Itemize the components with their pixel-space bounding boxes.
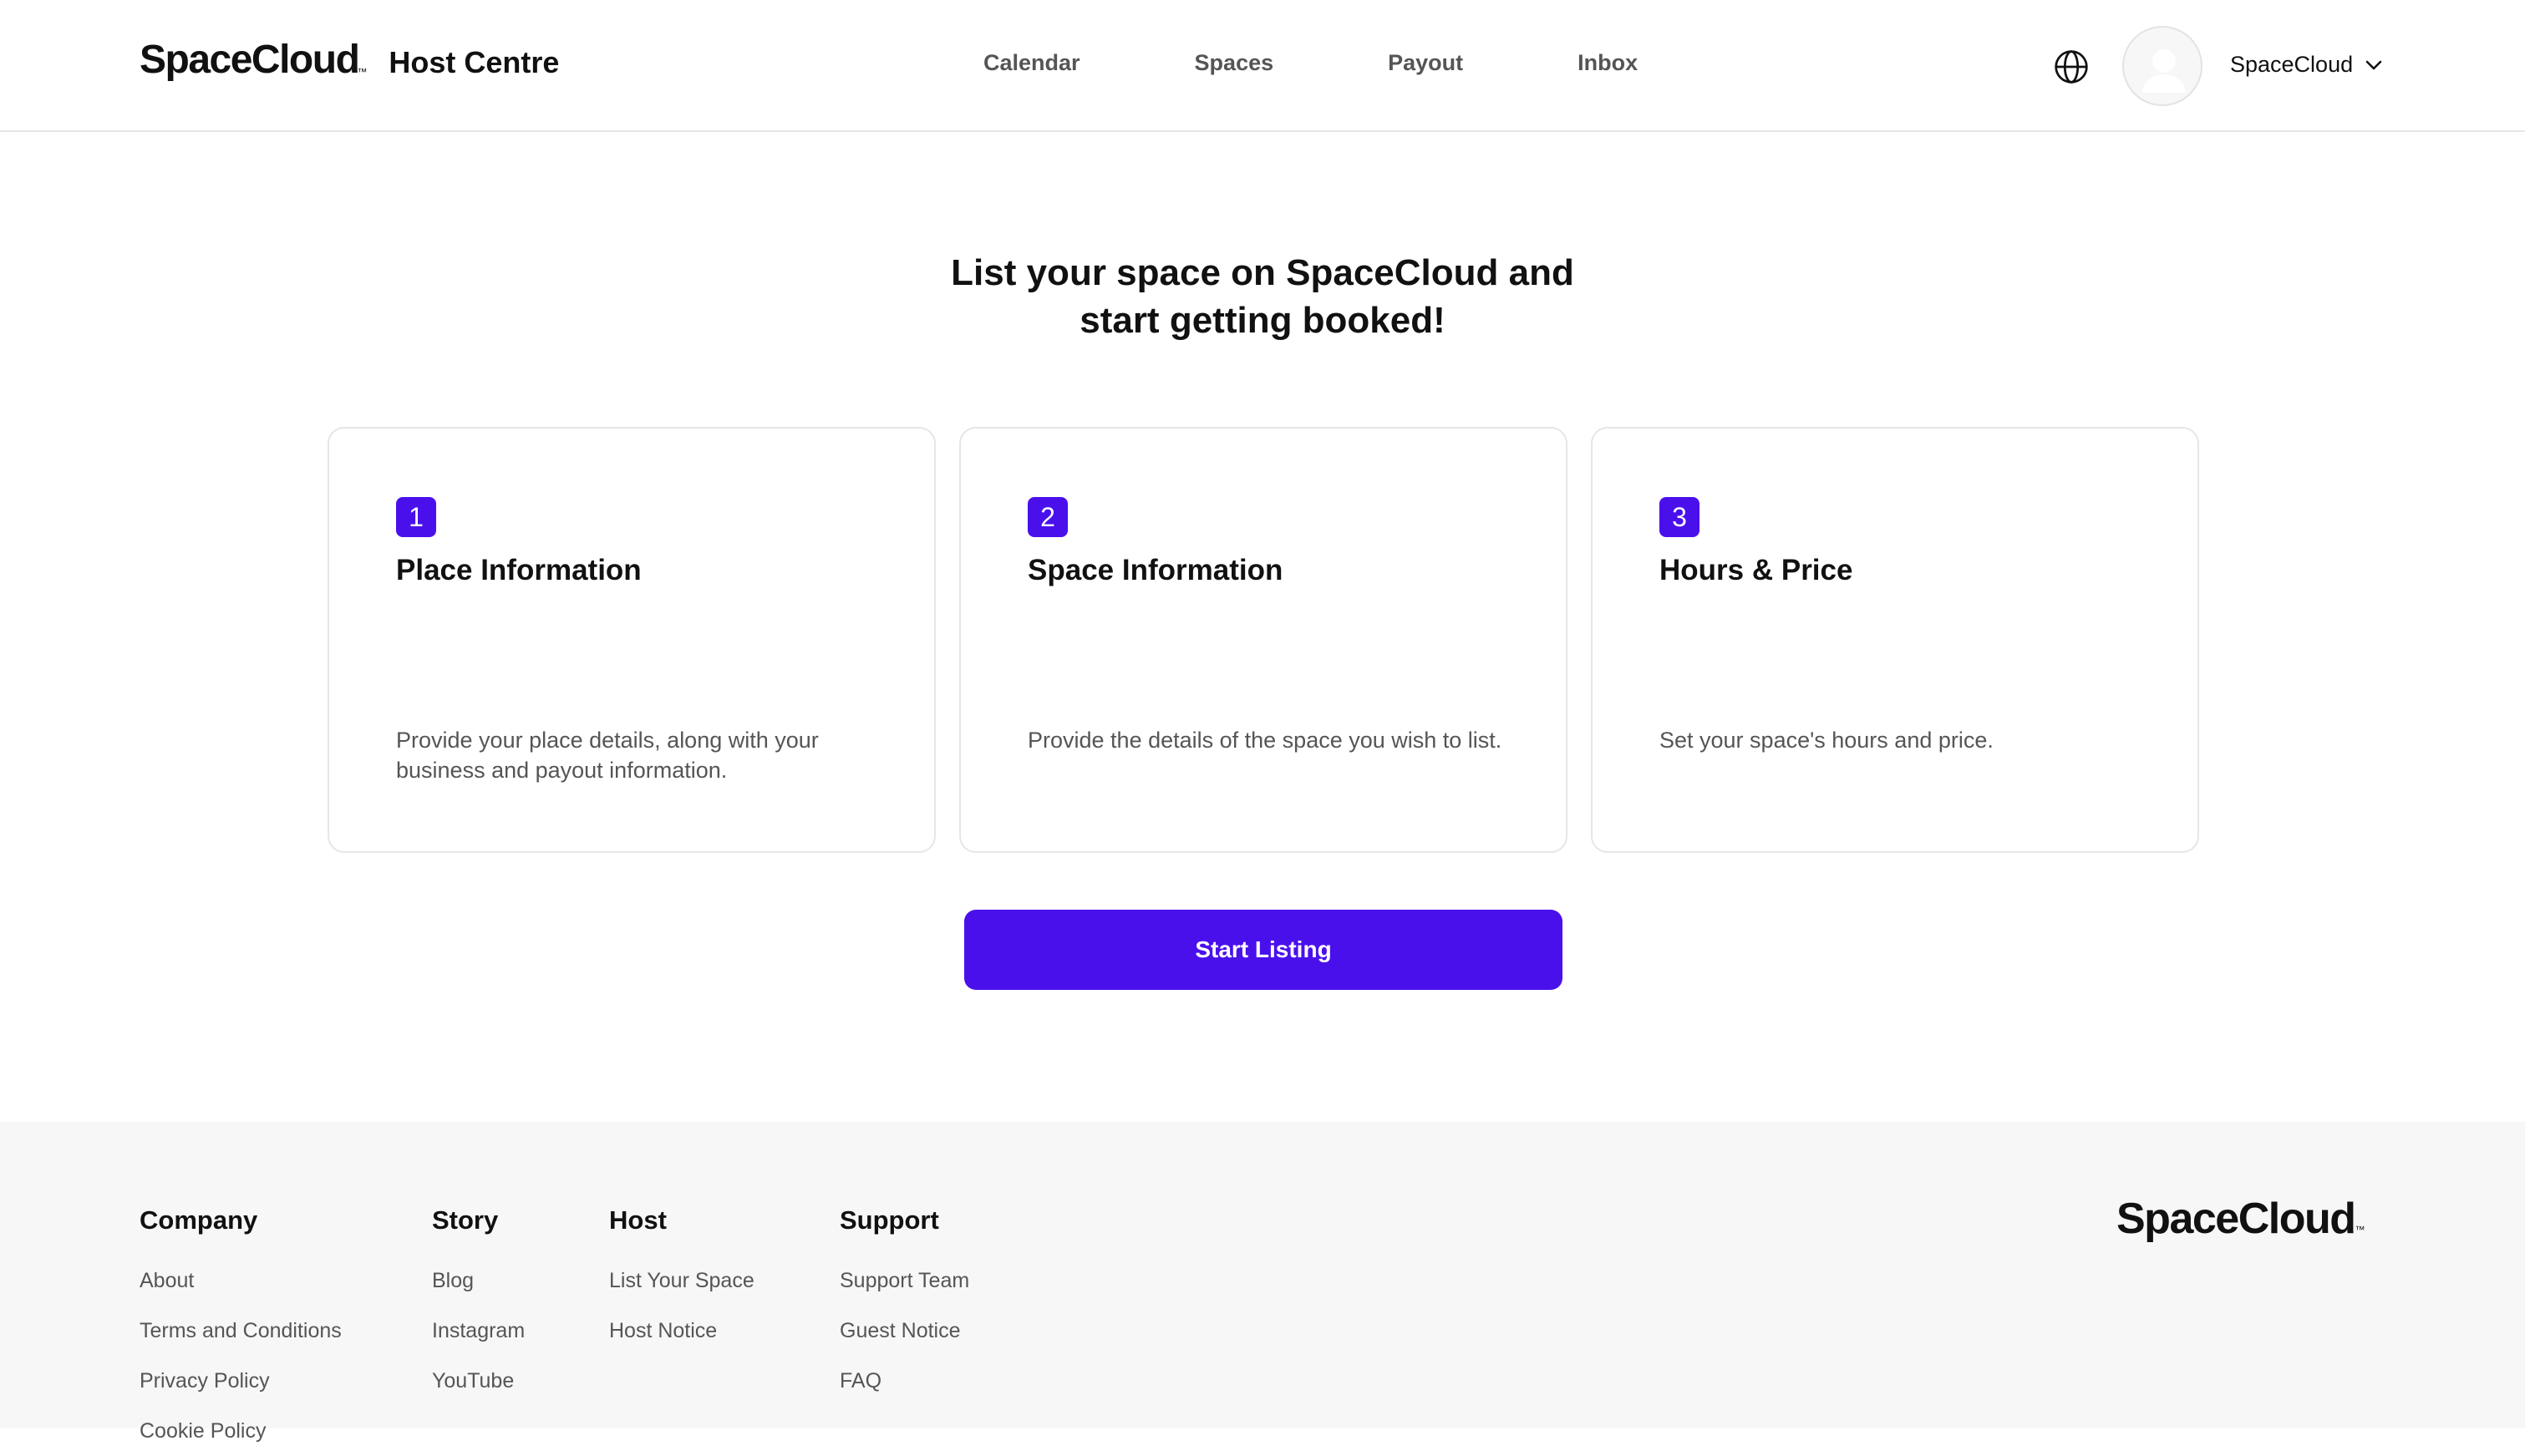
step-number-badge: 2 (1028, 497, 1068, 537)
logo-text: SpaceCloud (140, 38, 360, 82)
step-description: Provide your place details, along with y… (396, 728, 819, 783)
footer-link-about[interactable]: About (140, 1256, 342, 1306)
footer-link-instagram[interactable]: Instagram (432, 1306, 525, 1356)
brand[interactable]: SpaceCloud ™ Host Centre (140, 37, 559, 83)
start-listing-button[interactable]: Start Listing (964, 910, 1562, 990)
footer-column-company: Company About Terms and Conditions Priva… (140, 1205, 342, 1456)
page-headline: List your space on SpaceCloud and start … (0, 249, 2525, 344)
top-header: SpaceCloud ™ Host Centre Calendar Spaces … (0, 0, 2525, 132)
step-number-badge: 3 (1659, 497, 1699, 537)
step-title: Space Information (1028, 554, 1283, 586)
footer: Company About Terms and Conditions Priva… (0, 1122, 2525, 1443)
footer-column-story: Story Blog Instagram YouTube (432, 1205, 525, 1406)
footer-column-title: Host (609, 1205, 667, 1235)
step-title: Hours & Price (1659, 554, 1853, 586)
nav-inbox[interactable]: Inbox (1577, 50, 1638, 76)
footer-link-blog[interactable]: Blog (432, 1256, 525, 1306)
step-card-hours-price: 3 Hours & Price Set your space's hours a… (1591, 427, 2199, 853)
chevron-down-icon (2365, 60, 2382, 69)
footer-column-title: Support (840, 1205, 939, 1235)
headline-line-2: start getting booked! (1080, 300, 1445, 341)
user-menu[interactable]: SpaceCloud (2230, 52, 2383, 78)
footer-link-terms[interactable]: Terms and Conditions (140, 1306, 342, 1356)
avatar[interactable] (2122, 26, 2202, 106)
footer-link-guest-notice[interactable]: Guest Notice (840, 1306, 969, 1356)
nav-calendar[interactable]: Calendar (983, 50, 1080, 76)
footer-spacecloud-logo[interactable]: SpaceCloud™ (2116, 1194, 2365, 1244)
footer-logo-trademark: ™ (2355, 1224, 2365, 1235)
headline-line-1: List your space on SpaceCloud and (951, 252, 1574, 293)
nav-payout[interactable]: Payout (1388, 50, 1463, 76)
steps-cards: 1 Place Information Provide your place d… (328, 427, 2199, 853)
main-nav: Calendar Spaces Payout Inbox (983, 50, 1638, 76)
footer-link-host-notice[interactable]: Host Notice (609, 1306, 754, 1356)
footer-link-youtube[interactable]: YouTube (432, 1356, 525, 1406)
footer-link-list-your-space[interactable]: List Your Space (609, 1256, 754, 1306)
step-description: Set your space's hours and price. (1659, 728, 1994, 753)
step-number-badge: 1 (396, 497, 436, 537)
footer-link-support-team[interactable]: Support Team (840, 1256, 969, 1306)
footer-column-title: Company (140, 1205, 258, 1235)
footer-logo-text: SpaceCloud (2116, 1195, 2356, 1243)
footer-column-host: Host List Your Space Host Notice (609, 1205, 754, 1356)
user-name: SpaceCloud (2230, 52, 2354, 77)
globe-icon[interactable] (2053, 48, 2090, 85)
step-card-space-information: 2 Space Information Provide the details … (959, 427, 1567, 853)
footer-column-title: Story (432, 1205, 499, 1235)
step-card-place-information: 1 Place Information Provide your place d… (328, 427, 936, 853)
footer-link-cookie[interactable]: Cookie Policy (140, 1406, 342, 1456)
nav-spaces[interactable]: Spaces (1195, 50, 1274, 76)
spacecloud-logo[interactable]: SpaceCloud ™ (140, 37, 367, 83)
step-description: Provide the details of the space you wis… (1028, 728, 1502, 753)
footer-column-support: Support Support Team Guest Notice FAQ (840, 1205, 969, 1406)
host-centre-title: Host Centre (389, 45, 560, 79)
footer-link-privacy[interactable]: Privacy Policy (140, 1356, 342, 1406)
step-title: Place Information (396, 554, 642, 586)
logo-trademark: ™ (357, 66, 368, 78)
user-avatar-icon (2142, 49, 2186, 93)
footer-link-faq[interactable]: FAQ (840, 1356, 969, 1406)
